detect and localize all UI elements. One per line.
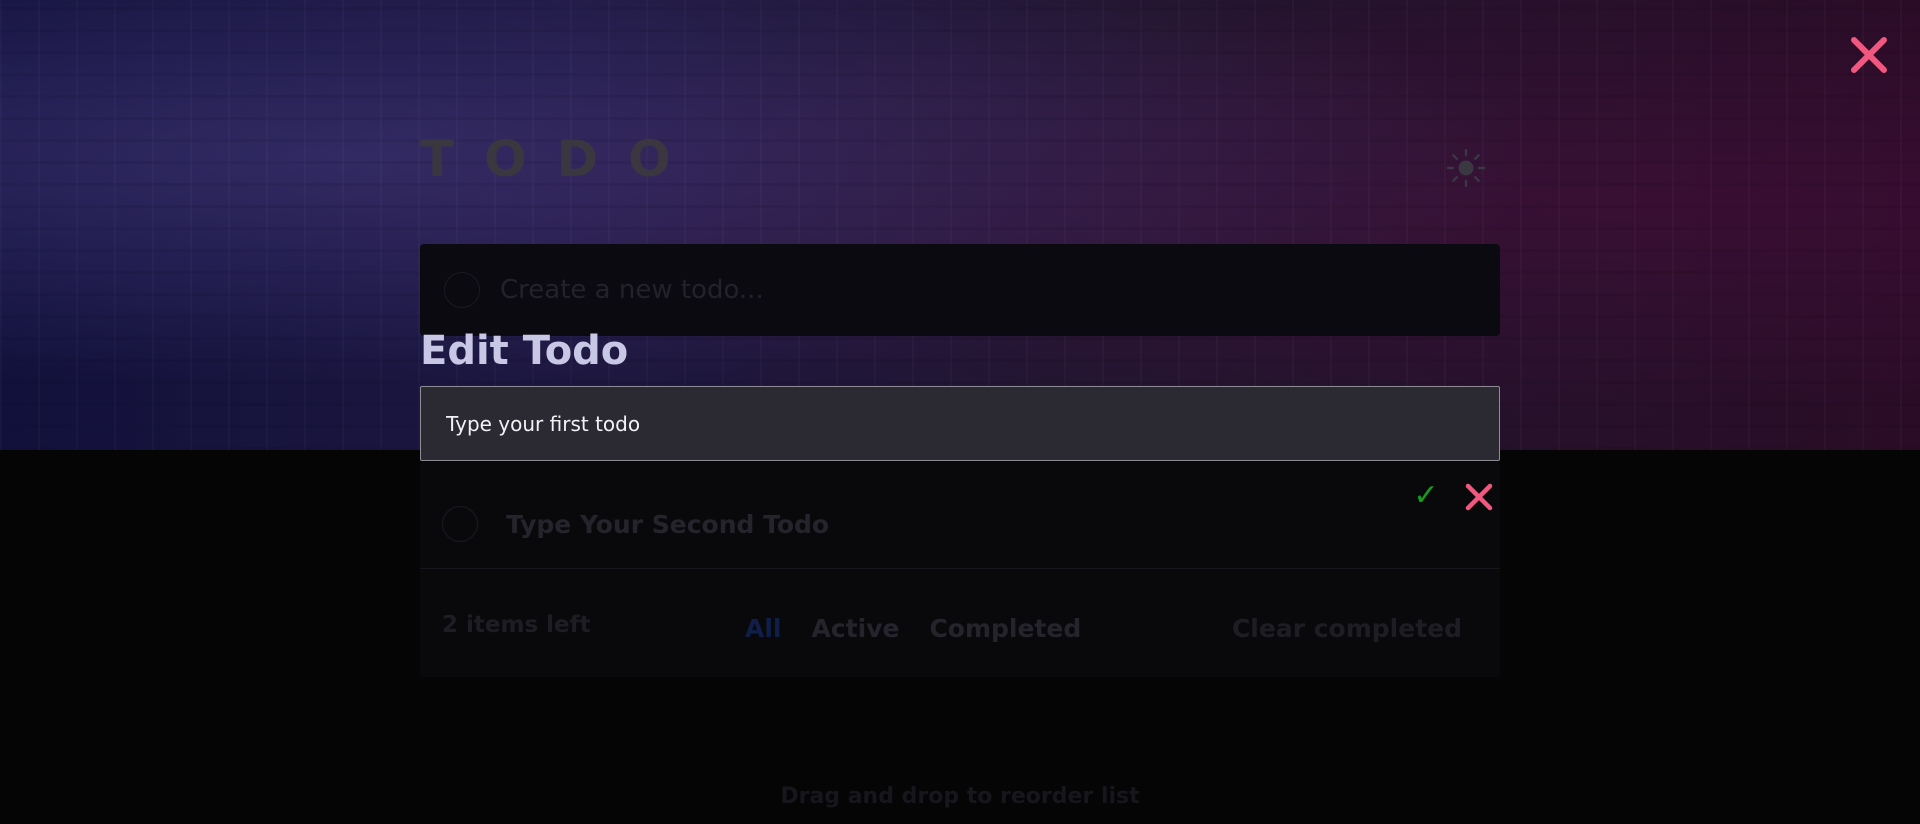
app-title: TODO [420, 130, 701, 188]
modal-title: Edit Todo [420, 328, 629, 374]
filter-group: All Active Completed [745, 614, 1081, 643]
todo-list: Type Your Second Todo 2 items left All A… [420, 462, 1500, 677]
close-icon [1465, 483, 1493, 511]
new-todo-check-circle[interactable] [444, 272, 480, 308]
todo-check-circle[interactable] [442, 506, 478, 542]
theme-toggle-button[interactable] [1446, 148, 1486, 188]
hero-background [0, 0, 1920, 450]
list-footer: 2 items left All Active Completed Clear … [420, 570, 1500, 677]
edit-todo-input[interactable] [420, 386, 1500, 461]
check-icon: ✓ [1413, 478, 1439, 513]
cancel-edit-button[interactable] [1462, 480, 1496, 514]
drag-hint: Drag and drop to reorder list [780, 784, 1140, 809]
filter-active[interactable]: Active [812, 614, 900, 643]
sun-icon [1446, 148, 1486, 188]
filter-completed[interactable]: Completed [929, 614, 1081, 643]
filter-all[interactable]: All [745, 614, 782, 643]
new-todo-bar [420, 244, 1500, 336]
list-item[interactable]: Type Your Second Todo [420, 462, 1500, 569]
modal-close-button[interactable] [1846, 32, 1892, 78]
clear-completed-button[interactable]: Clear completed [1232, 614, 1462, 643]
close-icon [1851, 37, 1887, 73]
confirm-edit-button[interactable]: ✓ [1410, 478, 1442, 514]
todo-label: Type Your Second Todo [506, 509, 830, 539]
new-todo-input[interactable] [498, 274, 1398, 306]
items-left-count: 2 items left [442, 612, 591, 638]
page: TODO Type Your Second Todo 2 items [0, 0, 1920, 824]
